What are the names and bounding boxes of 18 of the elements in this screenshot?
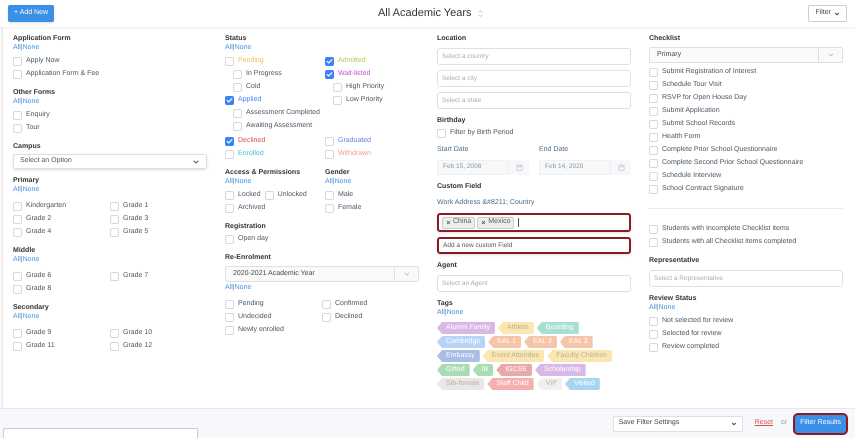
checkbox[interactable] (225, 137, 234, 146)
chevron-icon (402, 270, 410, 278)
check-icon (226, 97, 233, 104)
calendar-icon[interactable] (516, 164, 522, 170)
remove-icon[interactable] (481, 220, 486, 225)
check-icon (226, 138, 233, 145)
checkbox[interactable] (225, 96, 234, 105)
remove-icon[interactable] (446, 220, 451, 225)
text-cursor (518, 218, 520, 227)
checkbox[interactable] (325, 57, 334, 66)
caret-icon (730, 420, 737, 426)
calendar-icon[interactable] (618, 164, 624, 170)
chevron-icon (826, 51, 834, 59)
caret-icon (834, 10, 840, 16)
sort-icon[interactable] (476, 9, 485, 18)
checkbox[interactable] (325, 70, 334, 79)
caret-icon (192, 158, 200, 166)
page-title: All Academic Years (378, 6, 472, 22)
